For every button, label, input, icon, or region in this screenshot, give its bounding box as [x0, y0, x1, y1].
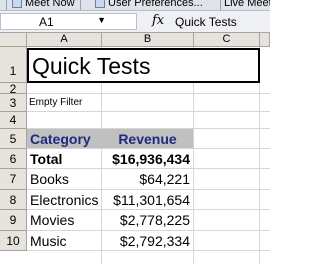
column-header-a[interactable]: A [27, 33, 102, 47]
column-header-b[interactable]: B [102, 33, 194, 47]
name-box-value: A1 [39, 15, 54, 29]
grid-line [27, 209, 270, 210]
row-header-9[interactable]: 9 [0, 210, 27, 231]
filter-note[interactable]: Empty Filter [29, 97, 82, 108]
meet-now-button[interactable]: Meet Now [12, 0, 75, 10]
select-all-corner[interactable] [0, 33, 27, 47]
grid-line [27, 148, 270, 149]
function-icon[interactable]: fx [152, 13, 164, 28]
total-value[interactable]: $16,936,434 [102, 151, 190, 167]
meet-now-label: Meet Now [25, 0, 75, 9]
toolbar-separator [6, 0, 7, 10]
meet-now-icon [12, 0, 22, 8]
table-header-revenue[interactable]: Revenue [102, 131, 193, 147]
revenue-cell[interactable]: $64,221 [102, 171, 190, 187]
category-cell[interactable]: Electronics [30, 192, 98, 208]
grid-line [27, 189, 270, 190]
table-header-category[interactable]: Category [30, 131, 91, 147]
title-cell[interactable]: Quick Tests [27, 48, 260, 83]
grid-line [27, 250, 270, 251]
row-header-3[interactable]: 3 [0, 94, 27, 112]
row-header-7[interactable]: 7 [0, 169, 27, 190]
grid-line [27, 230, 270, 231]
grid-line [27, 168, 270, 169]
row-header-4[interactable]: 4 [0, 112, 27, 129]
row-header-10[interactable]: 10 [0, 231, 27, 251]
row-header-2[interactable]: 2 [0, 83, 27, 95]
column-header-c[interactable]: C [194, 33, 260, 47]
user-preferences-button[interactable]: User Preferences... [95, 0, 203, 10]
formula-bar: A1 ▼ fx Quick Tests [0, 11, 270, 33]
name-box[interactable]: A1 ▼ [0, 13, 137, 30]
category-cell[interactable]: Books [30, 171, 69, 187]
toolbar-separator [220, 0, 221, 10]
sheet-title: Quick Tests [32, 53, 151, 79]
grid-line [27, 111, 270, 112]
grid-line [27, 93, 270, 94]
user-preferences-label: User Preferences... [108, 0, 203, 9]
live-meeting-button[interactable]: Live Meetin [224, 0, 270, 10]
row-header-5[interactable]: 5 [0, 129, 27, 149]
column-header-d[interactable] [260, 33, 270, 47]
row-header-1[interactable]: 1 [0, 47, 27, 83]
category-cell[interactable]: Movies [30, 212, 74, 228]
toolbar: Meet Now User Preferences... Live Meetin [0, 0, 270, 11]
revenue-cell[interactable]: $2,778,225 [102, 212, 190, 228]
live-meeting-label: Live Meetin [224, 0, 270, 9]
category-cell[interactable]: Music [30, 233, 67, 249]
toolbar-separator [80, 0, 81, 10]
chevron-down-icon[interactable]: ▼ [97, 15, 106, 25]
formula-content[interactable]: Quick Tests [175, 15, 237, 29]
revenue-cell[interactable]: $11,301,654 [102, 192, 190, 208]
total-label[interactable]: Total [30, 151, 62, 167]
row-header-8[interactable]: 8 [0, 190, 27, 210]
row-header-6[interactable]: 6 [0, 149, 27, 169]
user-preferences-icon [95, 0, 105, 8]
revenue-cell[interactable]: $2,792,334 [102, 233, 190, 249]
